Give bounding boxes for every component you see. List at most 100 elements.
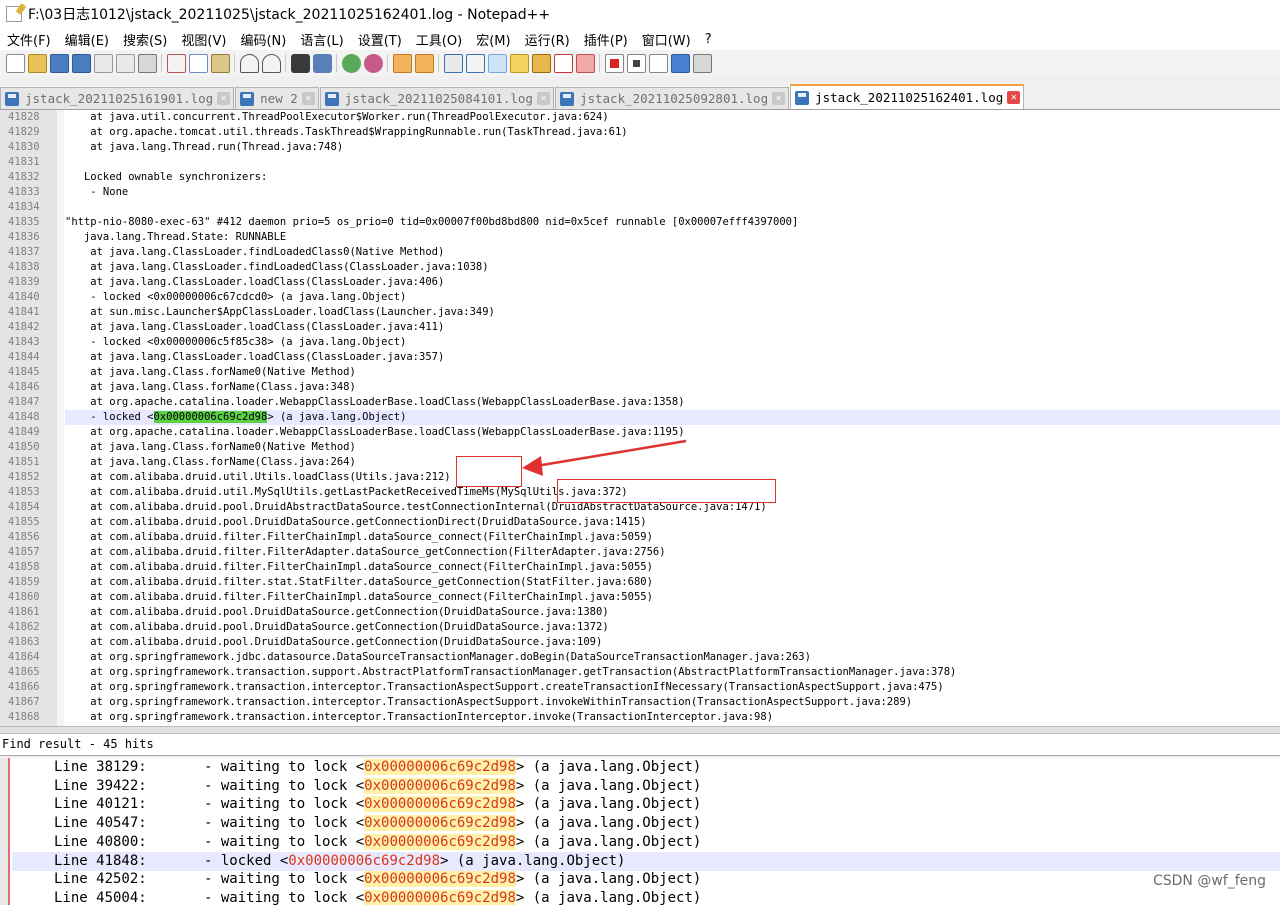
find-icon[interactable] xyxy=(290,53,310,73)
tab-5[interactable]: jstack_20211025162401.log ✕ xyxy=(790,84,1025,109)
close-all-icon[interactable] xyxy=(115,53,135,73)
find-result-row[interactable]: Line 40121: - waiting to lock <0x00000006… xyxy=(12,795,1280,814)
save-macro-icon[interactable] xyxy=(692,53,712,73)
find-result-pre: - waiting to lock < xyxy=(204,759,365,775)
find-result-text: - waiting to lock <0x00000006c69c2d98> (… xyxy=(204,777,701,796)
run-macro-multiple-icon[interactable] xyxy=(670,53,690,73)
find-result-post: > (a java.lang.Object) xyxy=(515,833,702,850)
find-result-pre: - waiting to lock < xyxy=(204,833,365,850)
function-list-icon[interactable] xyxy=(531,53,551,73)
zoom-in-icon[interactable] xyxy=(341,53,361,73)
find-result-gutter xyxy=(0,758,8,905)
show-all-chars-icon[interactable] xyxy=(465,53,485,73)
close-tab-icon[interactable]: ✕ xyxy=(536,92,550,105)
find-result-pre: - waiting to lock < xyxy=(204,889,365,905)
new-file-icon[interactable] xyxy=(5,53,25,73)
find-result-match: 0x00000006c69c2d98 xyxy=(364,777,516,794)
menu-item[interactable]: 语言(L) xyxy=(293,30,350,49)
print-icon[interactable] xyxy=(137,53,157,73)
menu-item[interactable]: 编码(N) xyxy=(233,30,293,49)
toolbar-separator xyxy=(285,54,286,72)
editor-pane[interactable]: 41828 at java.util.concurrent.ThreadPool… xyxy=(0,110,1280,726)
tab-4[interactable]: jstack_20211025092801.log ✕ xyxy=(554,87,790,109)
menu-item[interactable]: 视图(V) xyxy=(174,30,233,49)
toolbar-separator xyxy=(336,54,337,72)
tab-3[interactable]: jstack_20211025084101.log ✕ xyxy=(319,87,554,109)
find-result-row[interactable]: Line 45004: - waiting to lock <0x00000006… xyxy=(12,889,1280,905)
find-result-row[interactable]: Line 40547: - waiting to lock <0x00000006… xyxy=(12,814,1280,833)
menu-item[interactable]: 搜索(S) xyxy=(116,30,174,49)
toolbar-separator xyxy=(599,54,600,72)
open-file-icon[interactable] xyxy=(27,53,47,73)
stop-record-icon[interactable] xyxy=(626,53,646,73)
menu-item[interactable]: 宏(M) xyxy=(469,30,517,49)
toolbar xyxy=(0,50,1280,76)
tab-label: jstack_20211025162401.log xyxy=(815,90,1004,105)
find-result-line-number: Line 41848: xyxy=(54,852,147,869)
find-result-post: > (a java.lang.Object) xyxy=(515,871,702,888)
tab-1[interactable]: jstack_20211025161901.log ✕ xyxy=(0,87,235,109)
close-tab-icon[interactable]: ✕ xyxy=(1007,91,1021,104)
find-result-line-number: Line 40121: xyxy=(54,796,147,813)
cut-icon[interactable] xyxy=(166,53,186,73)
paste-icon[interactable] xyxy=(210,53,230,73)
replace-icon[interactable] xyxy=(312,53,332,73)
menu-item[interactable]: ? xyxy=(698,32,719,47)
menu-item[interactable]: 编辑(E) xyxy=(58,30,116,49)
toolbar-separator xyxy=(387,54,388,72)
sync-vertical-icon[interactable] xyxy=(392,53,412,73)
find-result-row[interactable]: Line 39422: - waiting to lock <0x00000006… xyxy=(12,777,1280,796)
notepadpp-app-icon xyxy=(6,6,22,22)
doc-map-icon[interactable] xyxy=(509,53,529,73)
find-result-panel[interactable]: Line 38129: - waiting to lock <0x00000006… xyxy=(0,758,1280,905)
close-icon[interactable] xyxy=(93,53,113,73)
find-result-pre: - waiting to lock < xyxy=(204,815,365,832)
find-result-text: - waiting to lock <0x00000006c69c2d98> (… xyxy=(204,814,701,833)
find-result-post: > (a java.lang.Object) xyxy=(440,852,626,869)
folder-workspace-icon[interactable] xyxy=(553,53,573,73)
find-result-match: 0x00000006c69c2d98 xyxy=(364,815,516,832)
find-result-match: 0x00000006c69c2d98 xyxy=(364,871,516,888)
close-tab-icon[interactable]: ✕ xyxy=(217,92,231,105)
zoom-out-icon[interactable] xyxy=(363,53,383,73)
document-tab-bar: jstack_20211025161901.log ✕ new 2 ✕ jstack_2… xyxy=(0,83,1280,110)
word-wrap-icon[interactable] xyxy=(443,53,463,73)
toolbar-separator xyxy=(161,54,162,72)
toolbar-separator xyxy=(234,54,235,72)
find-result-text: - waiting to lock <0x00000006c69c2d98> (… xyxy=(204,889,701,905)
tab-2[interactable]: new 2 ✕ xyxy=(235,87,319,109)
indent-guide-icon[interactable] xyxy=(487,53,507,73)
find-result-pre: - locked < xyxy=(204,852,289,869)
save-all-icon[interactable] xyxy=(71,53,91,73)
menu-item[interactable]: 文件(F) xyxy=(0,30,58,49)
monitor-icon[interactable] xyxy=(575,53,595,73)
undo-icon[interactable] xyxy=(239,53,259,73)
find-result-row[interactable]: Line 42502: - waiting to lock <0x00000006… xyxy=(12,870,1280,889)
find-result-text: - waiting to lock <0x00000006c69c2d98> (… xyxy=(204,795,701,814)
save-icon[interactable] xyxy=(49,53,69,73)
window-title: F:\03日志1012\jstack_20211025\jstack_20211… xyxy=(28,7,551,23)
file-save-icon xyxy=(795,90,810,105)
copy-icon[interactable] xyxy=(188,53,208,73)
find-result-row[interactable]: Line 40800: - waiting to lock <0x00000006… xyxy=(12,833,1280,852)
close-tab-icon[interactable]: ✕ xyxy=(301,92,315,105)
find-result-post: > (a java.lang.Object) xyxy=(515,796,702,813)
find-result-line-number: Line 40547: xyxy=(54,815,147,832)
close-tab-icon[interactable]: ✕ xyxy=(772,92,786,105)
menu-item[interactable]: 插件(P) xyxy=(577,30,635,49)
find-result-row[interactable]: Line 41848: - locked <0x00000006c69c2d98>… xyxy=(12,851,1280,871)
play-macro-icon[interactable] xyxy=(648,53,668,73)
annotation-arrow xyxy=(522,439,687,476)
panel-splitter[interactable] xyxy=(0,726,1280,734)
menu-item[interactable]: 工具(O) xyxy=(409,30,469,49)
record-macro-icon[interactable] xyxy=(604,53,624,73)
sync-horizontal-icon[interactable] xyxy=(414,53,434,73)
watermark: CSDN @wf_feng xyxy=(1152,873,1266,889)
menu-item[interactable]: 设置(T) xyxy=(351,30,409,49)
find-result-pre: - waiting to lock < xyxy=(204,871,365,888)
find-result-match: 0x00000006c69c2d98 xyxy=(364,889,516,905)
menu-item[interactable]: 运行(R) xyxy=(518,30,577,49)
menu-item[interactable]: 窗口(W) xyxy=(635,30,698,49)
find-result-row[interactable]: Line 38129: - waiting to lock <0x00000006… xyxy=(12,758,1280,777)
redo-icon[interactable] xyxy=(261,53,281,73)
